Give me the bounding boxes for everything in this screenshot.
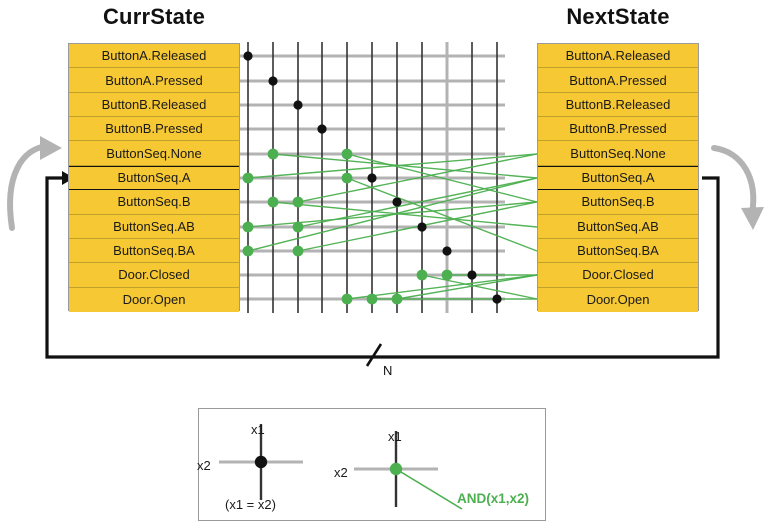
next-state-cell-1[interactable]: ButtonA.Pressed (538, 68, 698, 93)
legend-and-x2-label: x2 (334, 465, 348, 480)
curr-state-cell-0[interactable]: ButtonA.Released (69, 44, 239, 69)
curr-state-cell-2[interactable]: ButtonB.Released (69, 92, 239, 118)
curr-state-cell-8[interactable]: ButtonSeq.BA (69, 238, 239, 264)
next-state-cell-0[interactable]: ButtonA.Released (538, 44, 698, 69)
bus-width-label: N (383, 363, 393, 378)
curr-state-list: ButtonA.Released ButtonA.Pressed ButtonB.R… (68, 43, 240, 312)
next-state-list: ButtonA.Released ButtonA.Pressed ButtonB.R… (537, 43, 699, 312)
curr-state-cell-3[interactable]: ButtonB.Pressed (69, 117, 239, 142)
curr-state-cell-9[interactable]: Door.Closed (69, 263, 239, 288)
legend-identity-x1-label: x1 (251, 422, 265, 437)
next-state-cell-10[interactable]: Door.Open (538, 287, 698, 312)
curr-state-cell-5[interactable]: ButtonSeq.A (69, 165, 239, 191)
next-state-cell-8[interactable]: ButtonSeq.BA (538, 238, 698, 264)
legend-identity-caption: (x1 = x2) (225, 497, 276, 512)
legend-and-label: AND(x1,x2) (457, 491, 530, 506)
next-state-cell-6[interactable]: ButtonSeq.B (538, 190, 698, 215)
diagram-canvas: CurrState NextState ButtonA.Released Butt… (0, 0, 765, 529)
next-state-cell-5[interactable]: ButtonSeq.A (538, 165, 698, 191)
curr-state-cell-1[interactable]: ButtonA.Pressed (69, 68, 239, 93)
curr-state-cell-10[interactable]: Door.Open (69, 287, 239, 312)
legend-and-x1-label: x1 (388, 429, 402, 444)
curr-state-cell-6[interactable]: ButtonSeq.B (69, 190, 239, 215)
next-state-cell-9[interactable]: Door.Closed (538, 263, 698, 288)
curr-state-cell-4[interactable]: ButtonSeq.None (69, 141, 239, 166)
legend-panel: x1 x2 (x1 = x2) x1 x2 AND(x1,x2) (197, 408, 546, 521)
curr-state-cell-7[interactable]: ButtonSeq.AB (69, 214, 239, 239)
next-state-cell-3[interactable]: ButtonB.Pressed (538, 117, 698, 142)
legend-identity-x2-label: x2 (197, 458, 211, 473)
next-state-cell-7[interactable]: ButtonSeq.AB (538, 214, 698, 239)
next-state-cell-2[interactable]: ButtonB.Released (538, 92, 698, 118)
next-state-cell-4[interactable]: ButtonSeq.None (538, 141, 698, 166)
